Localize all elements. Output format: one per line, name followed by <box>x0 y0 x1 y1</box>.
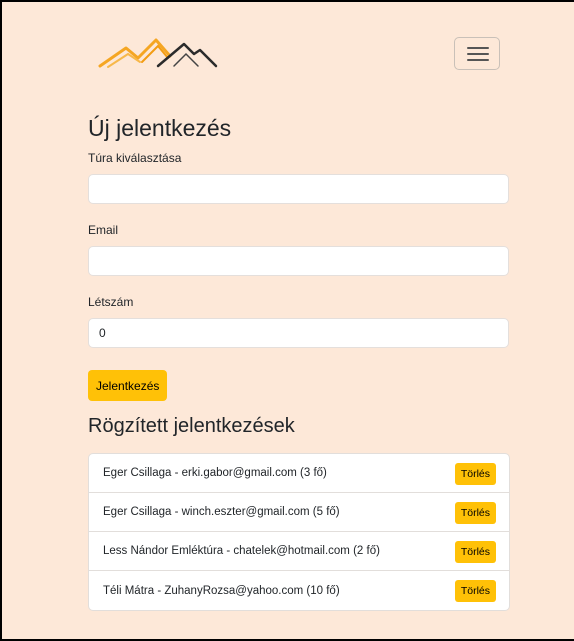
submit-button[interactable]: Jelentkezés <box>88 370 168 401</box>
registration-form: Új jelentkezés Túra kiválasztása Email L… <box>88 114 510 439</box>
delete-button[interactable]: Törlés <box>454 463 496 485</box>
form-title: Új jelentkezés <box>88 115 232 141</box>
list-item: Eger Csillaga - winch.eszter@gmail.com (… <box>89 493 509 532</box>
delete-button[interactable]: Törlés <box>454 580 496 602</box>
list-item-text: Eger Csillaga - winch.eszter@gmail.com (… <box>103 506 340 518</box>
count-label: Létszám <box>88 295 134 309</box>
list-item-text: Téli Mátra - ZuhanyRozsa@yahoo.com (10 f… <box>103 584 340 597</box>
list-item: Less Nándor Emléktúra - chatelek@hotmail… <box>89 532 509 571</box>
app-frame: Új jelentkezés Túra kiválasztása Email L… <box>0 0 574 641</box>
tour-label: Túra kiválasztása <box>88 151 182 165</box>
email-label: Email <box>88 223 119 237</box>
delete-button[interactable]: Törlés <box>454 502 496 524</box>
mountain-logo-icon[interactable] <box>98 36 218 70</box>
registrations-list: Eger Csillaga - erki.gabor@gmail.com (3 … <box>88 453 510 611</box>
email-field[interactable] <box>88 246 509 276</box>
list-item: Eger Csillaga - erki.gabor@gmail.com (3 … <box>89 454 509 493</box>
list-item: Téli Mátra - ZuhanyRozsa@yahoo.com (10 f… <box>89 571 509 610</box>
delete-button[interactable]: Törlés <box>454 541 496 563</box>
list-item-text: Eger Csillaga - erki.gabor@gmail.com (3 … <box>103 467 327 479</box>
navbar <box>2 2 574 82</box>
menu-toggle-button[interactable] <box>454 37 500 70</box>
tour-select-input[interactable] <box>88 174 509 204</box>
list-item-text: Less Nándor Emléktúra - chatelek@hotmail… <box>103 545 380 557</box>
registrations-title: Rögzített jelentkezések <box>88 415 295 437</box>
count-field[interactable] <box>88 318 509 348</box>
